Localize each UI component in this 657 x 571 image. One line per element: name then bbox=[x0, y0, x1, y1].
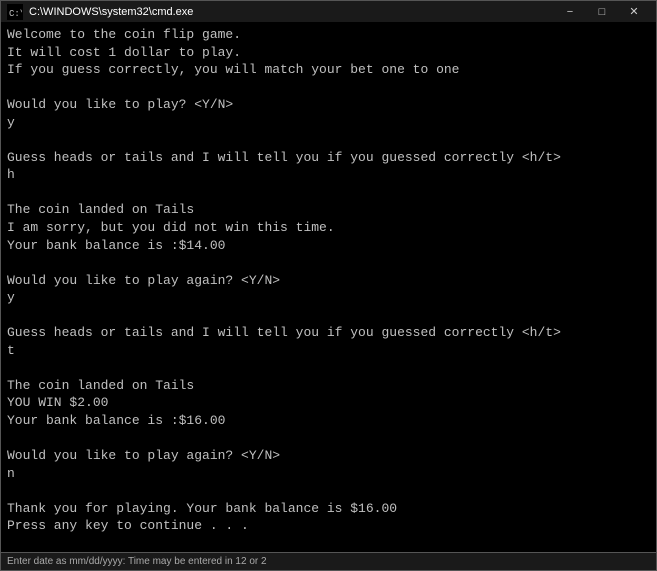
svg-text:C:\: C:\ bbox=[9, 9, 22, 19]
window-controls: − □ ✕ bbox=[554, 1, 650, 23]
cmd-window: C:\ C:\WINDOWS\system32\cmd.exe − □ ✕ We… bbox=[0, 0, 657, 571]
close-button[interactable]: ✕ bbox=[618, 1, 650, 23]
minimize-button[interactable]: − bbox=[554, 1, 586, 23]
maximize-button[interactable]: □ bbox=[586, 1, 618, 23]
title-bar: C:\ C:\WINDOWS\system32\cmd.exe − □ ✕ bbox=[0, 0, 657, 22]
cmd-icon: C:\ bbox=[7, 4, 23, 20]
window-title: C:\WINDOWS\system32\cmd.exe bbox=[29, 6, 554, 18]
status-bar: Enter date as mm/dd/yyyy: Time may be en… bbox=[0, 553, 657, 571]
status-text: Enter date as mm/dd/yyyy: Time may be en… bbox=[7, 556, 267, 567]
terminal-body[interactable]: Welcome to the coin flip game. It will c… bbox=[0, 22, 657, 553]
terminal-output: Welcome to the coin flip game. It will c… bbox=[7, 26, 650, 535]
